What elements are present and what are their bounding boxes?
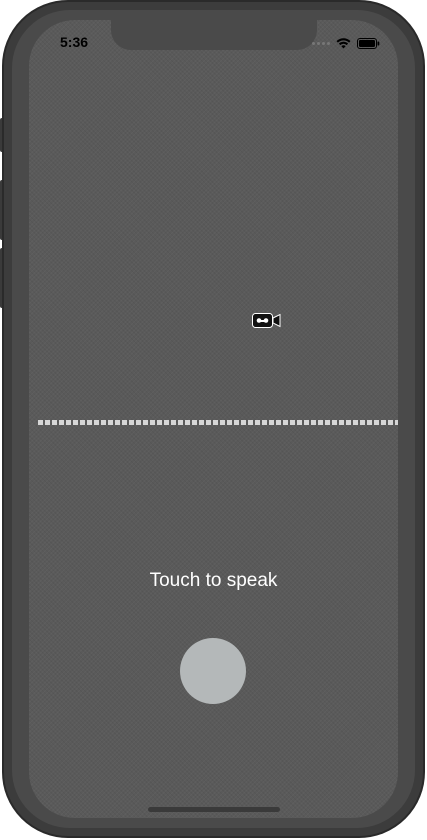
home-indicator[interactable] <box>148 807 280 812</box>
status-icons <box>312 38 380 49</box>
speak-button[interactable] <box>180 638 246 704</box>
device-stage: 5:36 Touch to speak <box>0 0 427 840</box>
wifi-icon <box>336 38 351 49</box>
status-time: 5:36 <box>60 34 89 50</box>
app-screen: 5:36 Touch to speak <box>29 20 398 818</box>
video-camera-icon[interactable] <box>252 313 282 328</box>
touch-to-speak-label: Touch to speak <box>149 570 278 591</box>
battery-icon <box>357 38 380 49</box>
notch <box>111 20 317 50</box>
signal-dots-icon <box>312 42 330 45</box>
waveform-line <box>38 420 398 425</box>
